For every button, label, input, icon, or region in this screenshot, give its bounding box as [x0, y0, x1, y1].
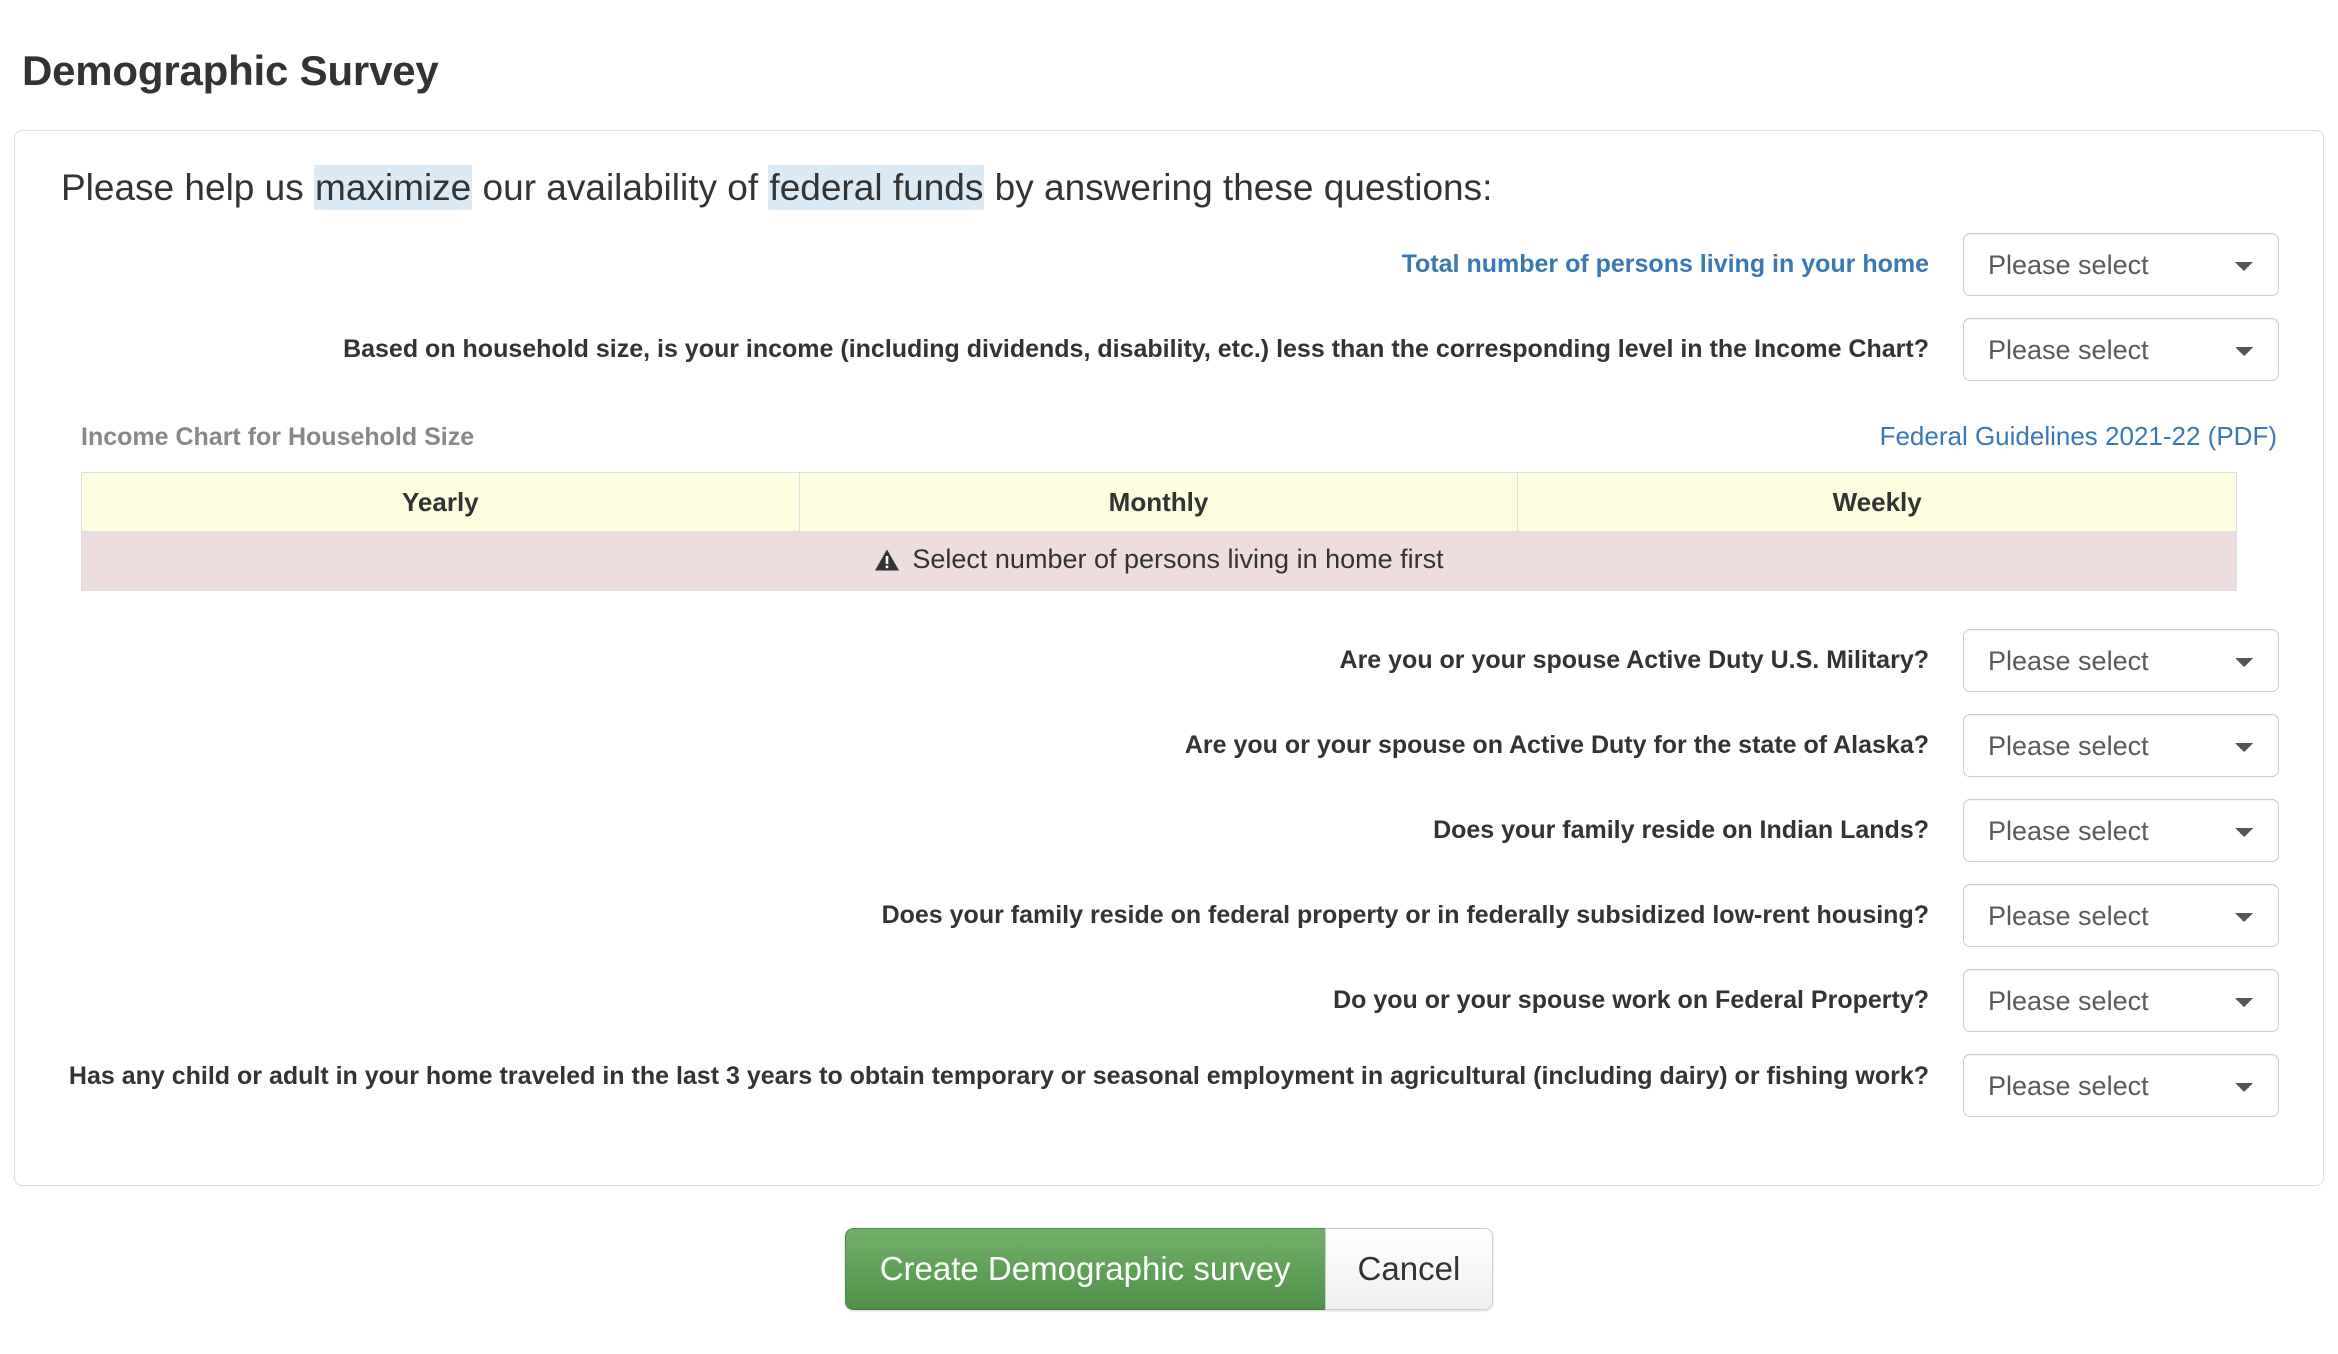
field-income-level: Please select — [1963, 318, 2279, 382]
field-federal-property-residence: Please select — [1963, 884, 2279, 948]
intro-segment-3: by answering these questions: — [984, 167, 1493, 209]
label-income-level: Based on household size, is your income … — [343, 335, 1929, 364]
federal-guidelines-pdf-link[interactable]: Federal Guidelines 2021-22 (PDF) — [1880, 421, 2277, 452]
field-work-federal-property: Please select — [1963, 969, 2279, 1033]
form-row-work-federal-property: Do you or your spouse work on Federal Pr… — [59, 969, 2279, 1033]
income-chart-tbody: Select number of persons living in home … — [81, 532, 2237, 592]
form-row-migrant-work: Has any child or adult in your home trav… — [59, 1054, 2279, 1118]
select-total-persons[interactable]: Please select — [1963, 233, 2279, 297]
warning-triangle-icon — [874, 548, 900, 572]
form-row-household-size: Total number of persons living in your h… — [59, 233, 2279, 297]
intro-segment-1: Please help us — [61, 167, 315, 209]
select-work-federal-property[interactable]: Please select — [1963, 969, 2279, 1033]
column-header-yearly: Yearly — [81, 472, 800, 533]
field-indian-lands: Please select — [1963, 799, 2279, 863]
survey-panel: Please help us maximize our availability… — [14, 130, 2324, 1187]
select-indian-lands[interactable]: Please select — [1963, 799, 2279, 863]
income-chart-warning-text: Select number of persons living in home … — [912, 544, 1444, 575]
income-chart-header-row: Yearly Monthly Weekly — [81, 472, 2237, 533]
label-work-federal-property: Do you or your spouse work on Federal Pr… — [1333, 986, 1929, 1015]
intro-segment-2: our availability of — [472, 167, 769, 209]
field-active-duty-alaska: Please select — [1963, 714, 2279, 778]
intro-text: Please help us maximize our availability… — [61, 165, 2279, 211]
income-chart-warning-cell: Select number of persons living in home … — [81, 532, 2237, 592]
form-row-federal-property-residence: Does your family reside on federal prope… — [59, 884, 2279, 948]
select-federal-property-residence[interactable]: Please select — [1963, 884, 2279, 948]
label-total-persons: Total number of persons living in your h… — [1401, 250, 1929, 279]
income-chart-block: Income Chart for Household Size Federal … — [59, 421, 2279, 592]
form-row-active-duty-military: Are you or your spouse Active Duty U.S. … — [59, 629, 2279, 693]
field-migrant-work: Please select — [1963, 1054, 2279, 1118]
create-demographic-survey-button[interactable]: Create Demographic survey — [844, 1228, 1325, 1311]
form-row-indian-lands: Does your family reside on Indian Lands?… — [59, 799, 2279, 863]
income-chart-warning: Select number of persons living in home … — [874, 544, 1444, 575]
form-row-income-level: Based on household size, is your income … — [59, 318, 2279, 382]
income-chart-table: Yearly Monthly Weekly Select number of p… — [81, 472, 2237, 592]
button-group: Create Demographic survey Cancel — [844, 1228, 1494, 1311]
field-total-persons: Please select — [1963, 233, 2279, 297]
cancel-button[interactable]: Cancel — [1324, 1228, 1494, 1311]
income-chart-header: Income Chart for Household Size Federal … — [59, 421, 2279, 452]
demographic-survey-page: Demographic Survey Please help us maximi… — [0, 28, 2338, 1354]
select-active-duty-military[interactable]: Please select — [1963, 629, 2279, 693]
income-chart-caption: Income Chart for Household Size — [81, 423, 475, 452]
action-button-bar: Create Demographic survey Cancel — [0, 1228, 2338, 1311]
intro-highlight-federal-funds: federal funds — [768, 165, 985, 211]
label-active-duty-military: Are you or your spouse Active Duty U.S. … — [1339, 646, 1929, 675]
field-active-duty-military: Please select — [1963, 629, 2279, 693]
select-income-level[interactable]: Please select — [1963, 318, 2279, 382]
label-federal-property-residence: Does your family reside on federal prope… — [881, 901, 1929, 930]
column-header-weekly: Weekly — [1518, 472, 2237, 533]
select-active-duty-alaska[interactable]: Please select — [1963, 714, 2279, 778]
intro-highlight-maximize: maximize — [314, 165, 473, 211]
label-indian-lands: Does your family reside on Indian Lands? — [1433, 816, 1929, 845]
table-row: Select number of persons living in home … — [81, 532, 2237, 592]
label-active-duty-alaska: Are you or your spouse on Active Duty fo… — [1184, 731, 1929, 760]
form-row-active-duty-alaska: Are you or your spouse on Active Duty fo… — [59, 714, 2279, 778]
page-title: Demographic Survey — [22, 47, 439, 95]
column-header-monthly: Monthly — [799, 472, 1519, 533]
income-chart-thead: Yearly Monthly Weekly — [81, 472, 2237, 533]
select-migrant-work[interactable]: Please select — [1963, 1054, 2279, 1118]
label-migrant-work: Has any child or adult in your home trav… — [68, 1062, 1929, 1091]
